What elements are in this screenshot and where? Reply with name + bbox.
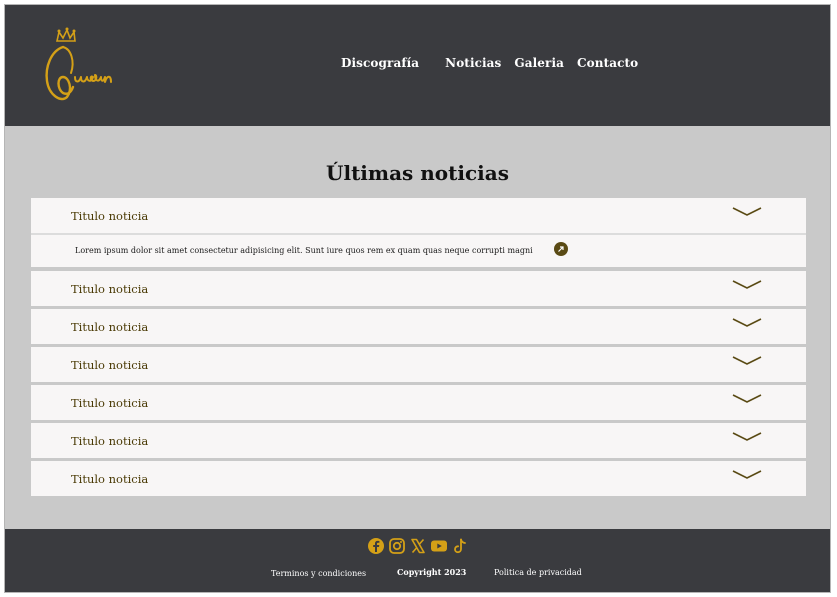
footer-links: Terminos y condiciones Copyright 2023 Po… [5, 567, 830, 581]
chevron-down-icon[interactable] [732, 317, 762, 329]
site-footer: Terminos y condiciones Copyright 2023 Po… [5, 529, 830, 592]
instagram-icon[interactable] [388, 537, 406, 555]
chevron-down-icon[interactable] [732, 469, 762, 481]
youtube-icon[interactable] [430, 537, 448, 555]
chevron-down-icon[interactable] [732, 355, 762, 367]
news-item-title: Titulo noticia [71, 358, 149, 372]
chevron-down-icon[interactable] [732, 393, 762, 405]
news-item-title: Titulo noticia [71, 320, 149, 334]
news-item-header[interactable]: Titulo noticia [31, 385, 806, 420]
tiktok-icon[interactable] [451, 537, 469, 555]
news-item-body: Lorem ipsum dolor sit amet consectetur a… [31, 233, 806, 267]
nav-link-discografia[interactable]: Discografía [341, 56, 419, 70]
chevron-down-icon[interactable] [732, 431, 762, 443]
news-item-title: Titulo noticia [71, 209, 149, 223]
news-item-header[interactable]: Titulo noticia [31, 309, 806, 344]
privacy-link[interactable]: Politica de privacidad [494, 568, 582, 577]
x-icon[interactable] [409, 537, 427, 555]
news-item-title: Titulo noticia [71, 434, 149, 448]
arrow-up-right-icon[interactable] [554, 242, 568, 256]
news-item-text: Lorem ipsum dolor sit amet consectetur a… [75, 246, 533, 255]
news-item-header[interactable]: Titulo noticia [31, 423, 806, 458]
facebook-icon[interactable] [367, 537, 385, 555]
nav-link-noticias[interactable]: Noticias [445, 56, 501, 70]
copyright-text: Copyright 2023 [397, 567, 467, 577]
terms-link[interactable]: Terminos y condiciones [271, 569, 366, 578]
news-item-header[interactable]: Titulo noticia [31, 461, 806, 496]
nav-link-galeria[interactable]: Galeria [514, 56, 564, 70]
site-header: Discografía Noticias Galeria Contacto [5, 5, 830, 126]
news-item-header[interactable]: Titulo noticia [31, 271, 806, 306]
news-accordion: Titulo noticia Lorem ipsum dolor sit ame… [31, 198, 806, 499]
page-frame: Discografía Noticias Galeria Contacto Úl… [4, 4, 831, 593]
chevron-down-icon[interactable] [732, 206, 762, 218]
nav-link-contacto[interactable]: Contacto [577, 56, 638, 70]
main-nav: Discografía Noticias Galeria Contacto [341, 53, 638, 73]
queen-logo[interactable] [41, 27, 121, 105]
social-links [5, 537, 830, 555]
news-item-header[interactable]: Titulo noticia [31, 198, 806, 233]
page-title: Últimas noticias [326, 161, 509, 185]
news-item-title: Titulo noticia [71, 472, 149, 486]
chevron-down-icon[interactable] [732, 279, 762, 291]
news-item-title: Titulo noticia [71, 396, 149, 410]
news-item-title: Titulo noticia [71, 282, 149, 296]
news-item-header[interactable]: Titulo noticia [31, 347, 806, 382]
